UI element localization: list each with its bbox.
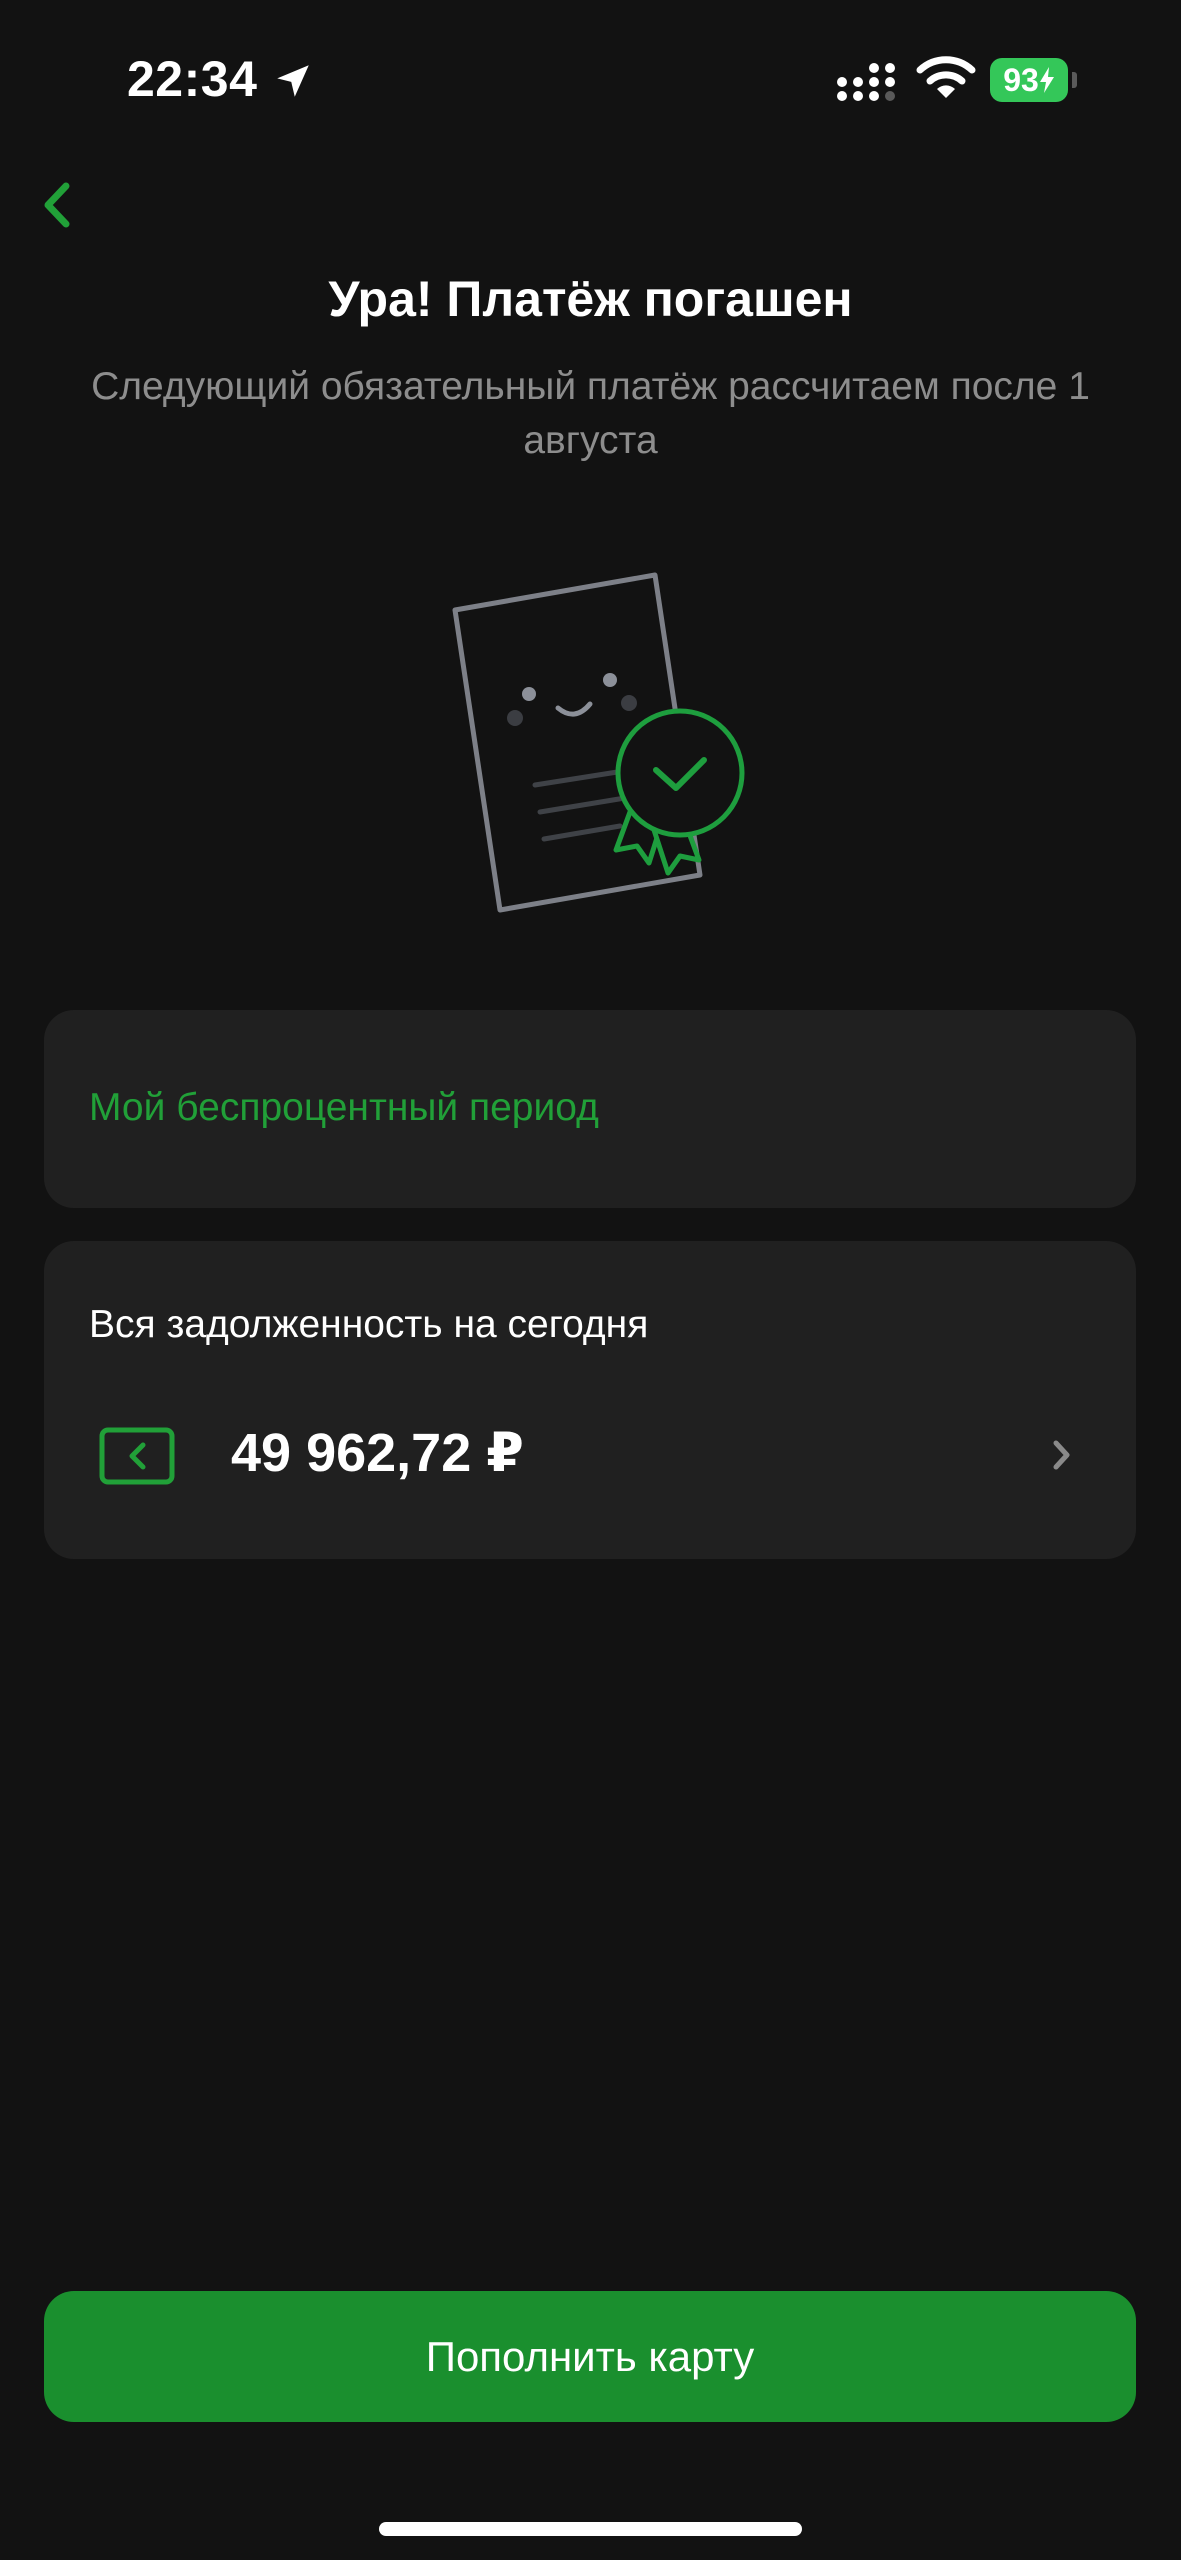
grace-period-link[interactable]: Мой беспроцентный период xyxy=(89,1086,599,1130)
total-debt-amount: 49 962,72 ₽ xyxy=(231,1423,524,1483)
back-button[interactable] xyxy=(22,170,92,240)
chevron-left-icon xyxy=(44,182,70,228)
battery-body: 93 xyxy=(990,58,1068,102)
status-bar: 22:34 93 xyxy=(0,0,1181,160)
total-debt-label: Вся задолженность на сегодня xyxy=(89,1303,649,1346)
charging-bolt-icon xyxy=(1039,67,1054,93)
grace-period-card[interactable]: Мой беспроцентный период xyxy=(44,1010,1136,1208)
battery-tip xyxy=(1072,72,1077,88)
chevron-right-icon xyxy=(1053,1440,1070,1470)
receipt-with-checkmark-badge-icon xyxy=(452,572,745,913)
page-subtitle: Следующий обязательный платёж рассчитаем… xyxy=(91,365,1090,462)
home-indicator[interactable] xyxy=(379,2522,802,2536)
status-time: 22:34 xyxy=(127,51,258,107)
wifi-icon xyxy=(916,56,976,98)
total-debt-card[interactable]: Вся задолженность на сегодня 49 962,72 ₽ xyxy=(44,1241,1136,1559)
battery-level: 93 xyxy=(1003,61,1039,98)
location-arrow-icon xyxy=(277,65,309,97)
cellular-signal-icon xyxy=(837,63,895,101)
page-title: Ура! Платёж погашен xyxy=(328,271,853,327)
card-icon xyxy=(99,1427,175,1485)
topup-card-button[interactable]: Пополнить карту xyxy=(44,2291,1136,2422)
battery-indicator: 93 xyxy=(990,58,1077,102)
